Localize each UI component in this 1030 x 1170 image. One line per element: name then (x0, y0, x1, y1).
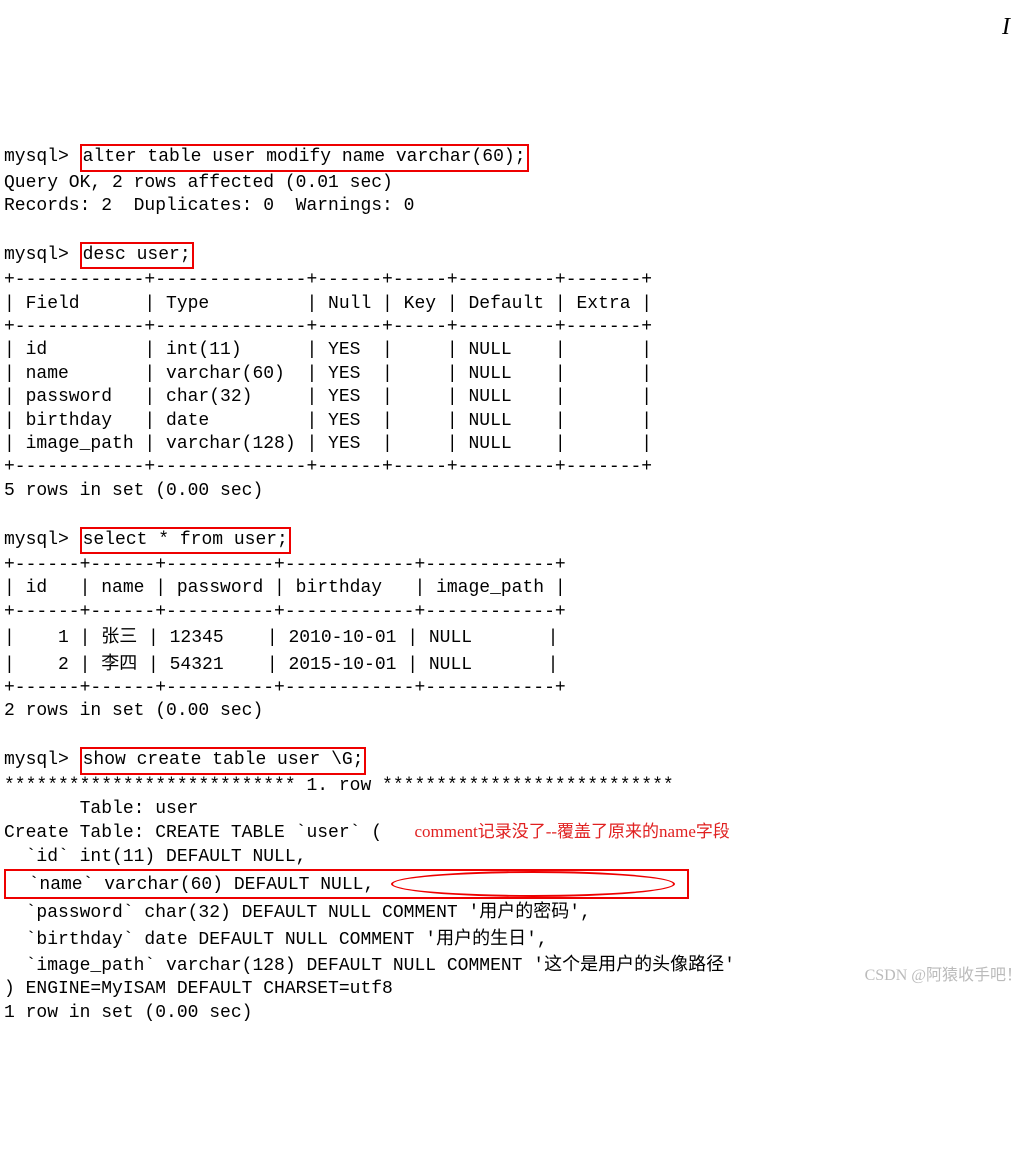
highlighted-name-column: `name` varchar(60) DEFAULT NULL, (4, 869, 689, 899)
table-border: +------+------+----------+------------+-… (4, 555, 566, 575)
prompt: mysql> (4, 147, 80, 167)
prompt: mysql> (4, 750, 80, 770)
output-line: `password` char(32) DEFAULT NULL COMMENT… (4, 903, 591, 923)
text-cursor-icon: I (1002, 12, 1010, 43)
prompt: mysql> (4, 245, 80, 265)
table-row: | image_path | varchar(128) | YES | | NU… (4, 434, 652, 454)
table-border: +------------+--------------+------+----… (4, 317, 652, 337)
command-show-create-table: show create table user \G; (80, 747, 367, 774)
table-border: +------------+--------------+------+----… (4, 457, 652, 477)
prompt: mysql> (4, 530, 80, 550)
output-line: 5 rows in set (0.00 sec) (4, 481, 263, 501)
command-select-user: select * from user; (80, 527, 291, 554)
table-header: | Field | Type | Null | Key | Default | … (4, 294, 652, 314)
table-row: | name | varchar(60) | YES | | NULL | | (4, 364, 652, 384)
output-line: `id` int(11) DEFAULT NULL, (4, 847, 306, 867)
command-alter-table: alter table user modify name varchar(60)… (80, 144, 529, 171)
table-header: | id | name | password | birthday | imag… (4, 578, 566, 598)
table-row: | 1 | 张三 | 12345 | 2010-10-01 | NULL | (4, 628, 559, 648)
command-desc-user: desc user; (80, 242, 194, 269)
output-line: `image_path` varchar(128) DEFAULT NULL C… (4, 956, 735, 976)
output-line: ) ENGINE=MyISAM DEFAULT CHARSET=utf8 (4, 979, 393, 999)
table-border: +------+------+----------+------------+-… (4, 678, 566, 698)
table-border: +------------+--------------+------+----… (4, 270, 652, 290)
row-marker: *************************** 1. row *****… (4, 776, 674, 796)
table-row: | id | int(11) | YES | | NULL | | (4, 340, 652, 360)
table-row: | 2 | 李四 | 54321 | 2015-10-01 | NULL | (4, 655, 559, 675)
output-line: 1 row in set (0.00 sec) (4, 1003, 252, 1023)
annotation-comment-missing: comment记录没了--覆盖了原来的name字段 (414, 822, 729, 841)
output-line: Create Table: CREATE TABLE `user` ( (4, 823, 382, 843)
watermark: CSDN @阿猿收手吧！ (865, 966, 1022, 987)
output-line: Table: user (4, 799, 198, 819)
output-line: 2 rows in set (0.00 sec) (4, 701, 263, 721)
ellipse-annotation (391, 871, 675, 897)
table-border: +------+------+----------+------------+-… (4, 602, 566, 622)
table-row: | password | char(32) | YES | | NULL | | (4, 387, 652, 407)
output-line: `birthday` date DEFAULT NULL COMMENT '用户… (4, 930, 548, 950)
output-line: Query OK, 2 rows affected (0.01 sec) (4, 173, 393, 193)
output-line: Records: 2 Duplicates: 0 Warnings: 0 (4, 196, 414, 216)
table-row: | birthday | date | YES | | NULL | | (4, 411, 652, 431)
